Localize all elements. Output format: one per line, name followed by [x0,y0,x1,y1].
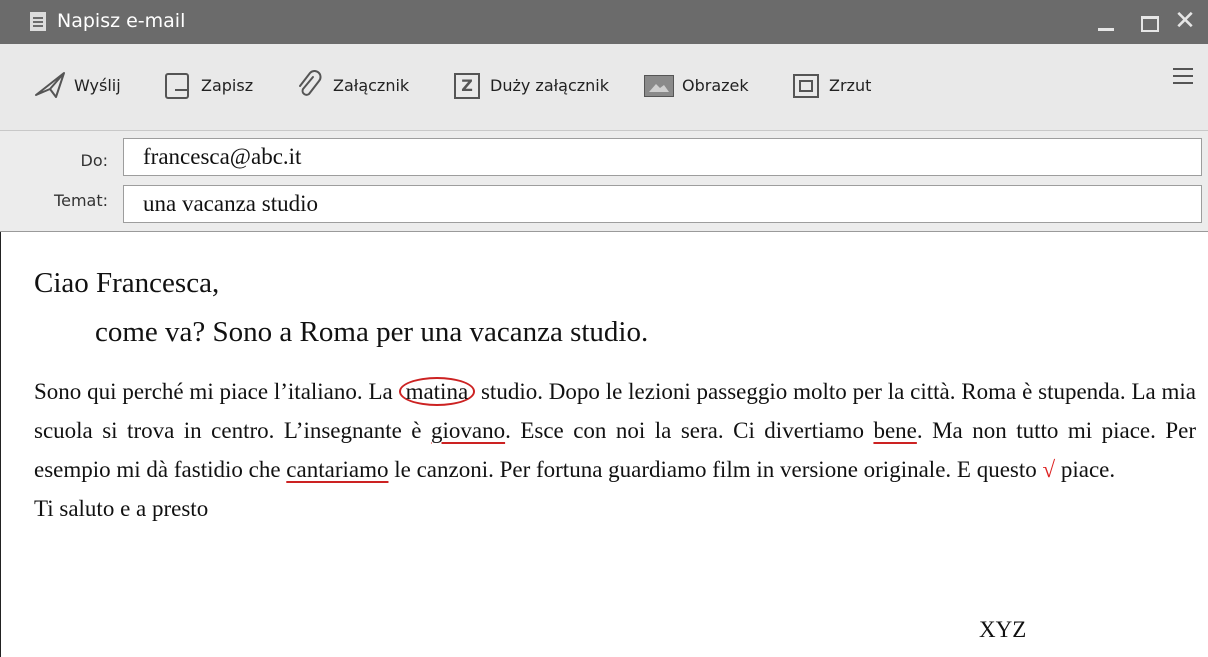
underlined-error-word: cantariamo [286,457,389,482]
save-label: Zapisz [201,75,254,95]
greeting: Ciao Francesca, [34,267,220,299]
to-field[interactable]: francesca@abc.it [123,138,1202,176]
toolbar: Wyślij Zapisz Załącznik Z Duży załącznik [0,44,1208,131]
close-button[interactable]: ✕ [1172,8,1198,34]
compose-email-window: Napisz e-mail ✕ Wyślij Zapisz Załącznik [0,0,1208,657]
text-segment: le canzoni. Per fortuna guardiamo film i… [394,457,1037,482]
attachment-button[interactable]: Załącznik [293,68,409,102]
subject-label: Temat: [54,191,108,210]
paperclip-icon [293,69,325,101]
window-title: Napisz e-mail [57,10,186,32]
large-attachment-icon: Z [450,69,482,101]
message-body[interactable]: Ciao Francesca, come va? Sono a Roma per… [0,232,1208,657]
send-label: Wyślij [74,75,121,95]
title-bar: Napisz e-mail ✕ [0,0,1208,44]
document-icon [30,12,46,31]
save-button[interactable]: Zapisz [161,68,253,102]
image-button[interactable]: Obrazek [642,68,749,102]
save-icon [161,69,193,101]
circled-error-word: matina [398,377,476,406]
to-label: Do: [80,151,109,170]
subject-value: una vacanza studio [143,191,318,216]
screenshot-icon [789,69,821,101]
closing-line: Ti saluto e a presto [34,496,209,521]
send-button[interactable]: Wyślij [34,68,121,102]
header-fields: Do: francesca@abc.it Temat: una vacanza … [0,131,1208,232]
send-icon [34,69,66,101]
underlined-error-word: bene [873,418,917,443]
menu-icon[interactable] [1173,68,1193,86]
underlined-error-word: giovano [430,418,506,443]
screenshot-label: Zrzut [829,75,872,95]
signature: XYZ [979,617,1027,642]
to-value: francesca@abc.it [143,144,302,169]
text-segment: Sono qui perché mi piace l’italiano. La [34,379,393,404]
text-segment: . Esce con noi la sera. Ci divertiamo [505,418,864,443]
large-attachment-label: Duży załącznik [490,75,610,95]
subject-field[interactable]: una vacanza studio [123,185,1202,223]
screenshot-button[interactable]: Zrzut [789,68,871,102]
attachment-label: Załącznik [333,75,410,95]
check-mark-icon: √ [1042,457,1056,482]
maximize-button[interactable] [1136,8,1162,34]
large-attachment-icon-letter: Z [454,73,480,99]
body-paragraph: Sono qui perché mi piace l’italiano. La … [34,372,1196,528]
large-attachment-button[interactable]: Z Duży załącznik [450,68,609,102]
image-label: Obrazek [682,75,749,95]
minimize-button[interactable] [1094,8,1120,34]
image-icon [642,69,674,101]
intro-line: come va? Sono a Roma per una vacanza stu… [95,316,649,348]
text-segment: piace. [1060,457,1116,482]
